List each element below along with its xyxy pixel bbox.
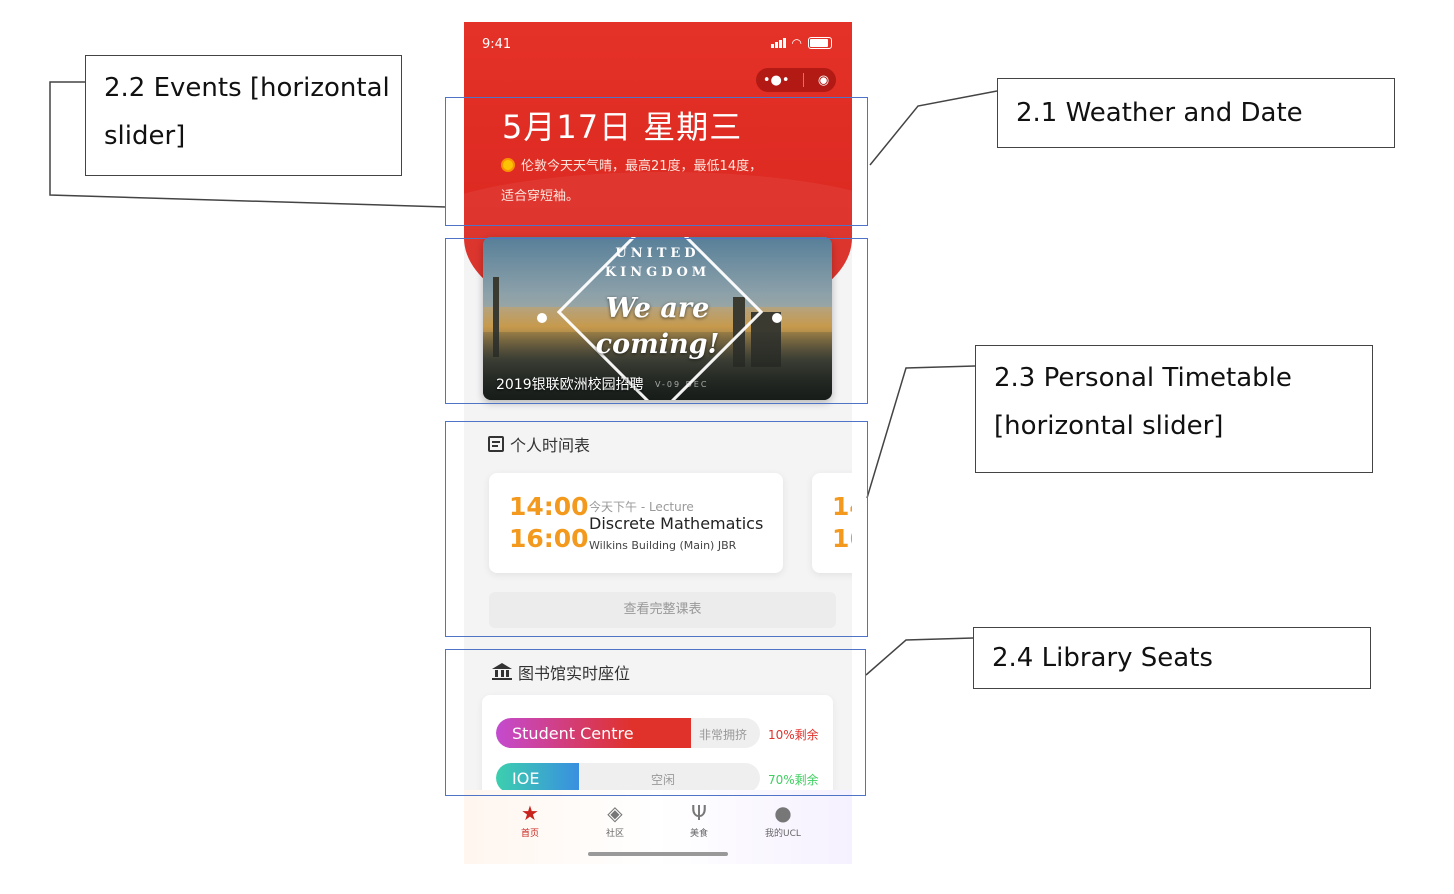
mini-program-capsule: •●• ◉: [756, 68, 836, 92]
library-annotation: 2.4 Library Seats: [973, 627, 1371, 689]
events-section-frame: [445, 238, 868, 404]
tab-label: 我的UCL: [765, 829, 801, 839]
timetable-annotation: 2.3 Personal Timetable [horizontal slide…: [975, 345, 1373, 473]
close-icon[interactable]: ◉: [818, 73, 829, 88]
signal-icon: [770, 38, 786, 48]
battery-icon: [808, 37, 832, 49]
capsule-divider: [803, 73, 805, 87]
status-icons: ◠: [770, 36, 832, 50]
tab-label: 社区: [605, 829, 624, 839]
library-connector: [865, 637, 974, 676]
tab-community[interactable]: ◈ 社区: [585, 802, 645, 839]
status-time: 9:41: [482, 37, 512, 52]
timetable-section-frame: [445, 421, 868, 637]
tab-food[interactable]: Ψ 美食: [669, 802, 729, 839]
weather-annotation: 2.1 Weather and Date: [997, 78, 1395, 148]
weather-connector: [869, 90, 998, 166]
tab-label: 美食: [689, 829, 708, 839]
timetable-connector: [866, 365, 976, 499]
home-indicator: [588, 852, 728, 856]
tab-my-ucl[interactable]: ● 我的UCL: [753, 802, 813, 839]
tab-home[interactable]: ★ 首页: [500, 802, 560, 839]
tab-label: 首页: [520, 829, 539, 839]
more-icon[interactable]: •●•: [763, 73, 790, 88]
compass-icon: ◈: [607, 801, 623, 825]
fork-knife-icon: Ψ: [691, 801, 707, 825]
user-icon: ●: [774, 801, 792, 825]
library-section-frame: [445, 649, 866, 796]
weather-section-frame: [445, 97, 868, 226]
events-annotation: 2.2 Events [horizontal slider]: [85, 55, 402, 176]
wifi-icon: ◠: [791, 36, 802, 50]
star-icon: ★: [521, 801, 539, 825]
